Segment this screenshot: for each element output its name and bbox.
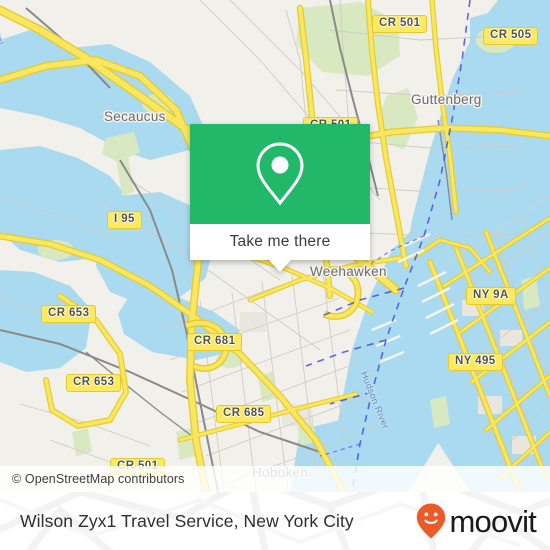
popup-pointer-tail: [269, 260, 291, 272]
popup-cta-area[interactable]: Take me there: [190, 224, 370, 260]
place-title: Wilson Zyx1 Travel Service, New York Cit…: [20, 510, 354, 531]
moovit-map-share-card: Secaucus Guttenberg Weehawken Hoboken Ca…: [0, 0, 550, 550]
take-me-there-label: Take me there: [229, 233, 331, 250]
location-popup-card[interactable]: Take me there: [190, 124, 370, 272]
map-attribution-bar: © OpenStreetMap contributors: [0, 466, 550, 492]
osm-attribution-text[interactable]: © OpenStreetMap contributors: [12, 472, 185, 486]
map-canvas[interactable]: Secaucus Guttenberg Weehawken Hoboken Ca…: [0, 0, 550, 492]
footer-bar: Wilson Zyx1 Travel Service, New York Cit…: [0, 492, 550, 550]
location-pin-icon: [256, 142, 304, 206]
popup-icon-area: [190, 124, 370, 224]
moovit-smiley-pin-icon: [417, 503, 446, 539]
moovit-brand[interactable]: moovit: [416, 503, 537, 539]
moovit-wordmark: moovit: [449, 503, 536, 539]
